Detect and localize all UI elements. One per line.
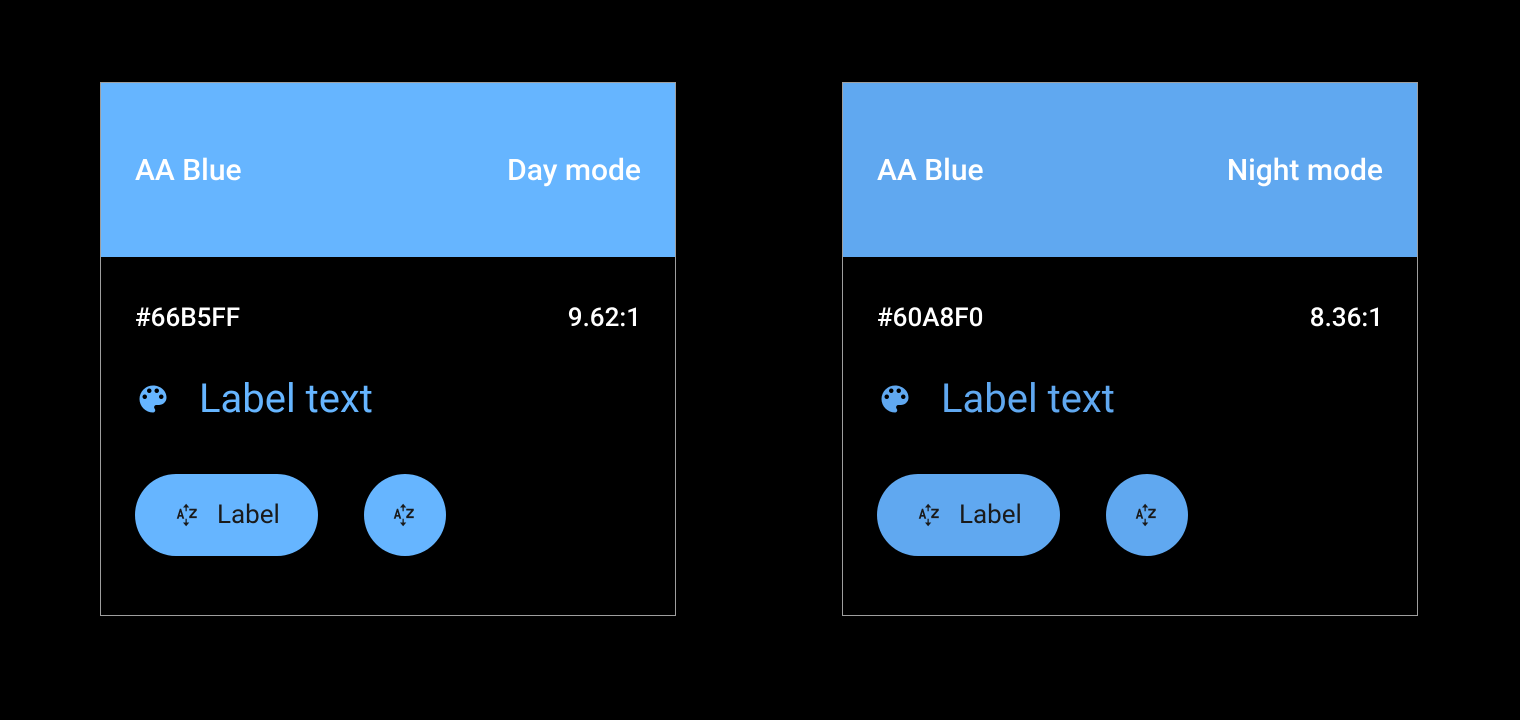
sort-label-button[interactable]: Label — [877, 474, 1060, 556]
card-mode: Day mode — [507, 153, 641, 188]
color-card-day: AA Blue Day mode #66B5FF 9.62:1 Label te… — [100, 82, 676, 616]
color-card-night: AA Blue Night mode #60A8F0 8.36:1 Label … — [842, 82, 1418, 616]
sort-round-button[interactable] — [364, 474, 446, 556]
label-row: Label text — [877, 375, 1383, 422]
label-row: Label text — [135, 375, 641, 422]
pill-label: Label — [217, 500, 280, 530]
hex-value: #60A8F0 — [877, 303, 983, 333]
card-title: AA Blue — [877, 153, 984, 188]
label-text: Label text — [941, 375, 1115, 422]
sort-az-icon — [173, 500, 203, 530]
button-row: Label — [877, 474, 1383, 556]
button-row: Label — [135, 474, 641, 556]
sort-round-button[interactable] — [1106, 474, 1188, 556]
pill-label: Label — [959, 500, 1022, 530]
sort-label-button[interactable]: Label — [135, 474, 318, 556]
sort-az-icon — [390, 500, 420, 530]
sort-az-icon — [915, 500, 945, 530]
palette-icon — [877, 381, 913, 417]
sort-az-icon — [1132, 500, 1162, 530]
palette-icon — [135, 381, 171, 417]
meta-row: #60A8F0 8.36:1 — [877, 303, 1383, 333]
card-header: AA Blue Night mode — [843, 83, 1417, 257]
label-text: Label text — [199, 375, 373, 422]
card-header: AA Blue Day mode — [101, 83, 675, 257]
contrast-ratio: 9.62:1 — [568, 303, 641, 333]
contrast-ratio: 8.36:1 — [1310, 303, 1383, 333]
card-mode: Night mode — [1227, 153, 1383, 188]
meta-row: #66B5FF 9.62:1 — [135, 303, 641, 333]
hex-value: #66B5FF — [135, 303, 240, 333]
card-title: AA Blue — [135, 153, 242, 188]
